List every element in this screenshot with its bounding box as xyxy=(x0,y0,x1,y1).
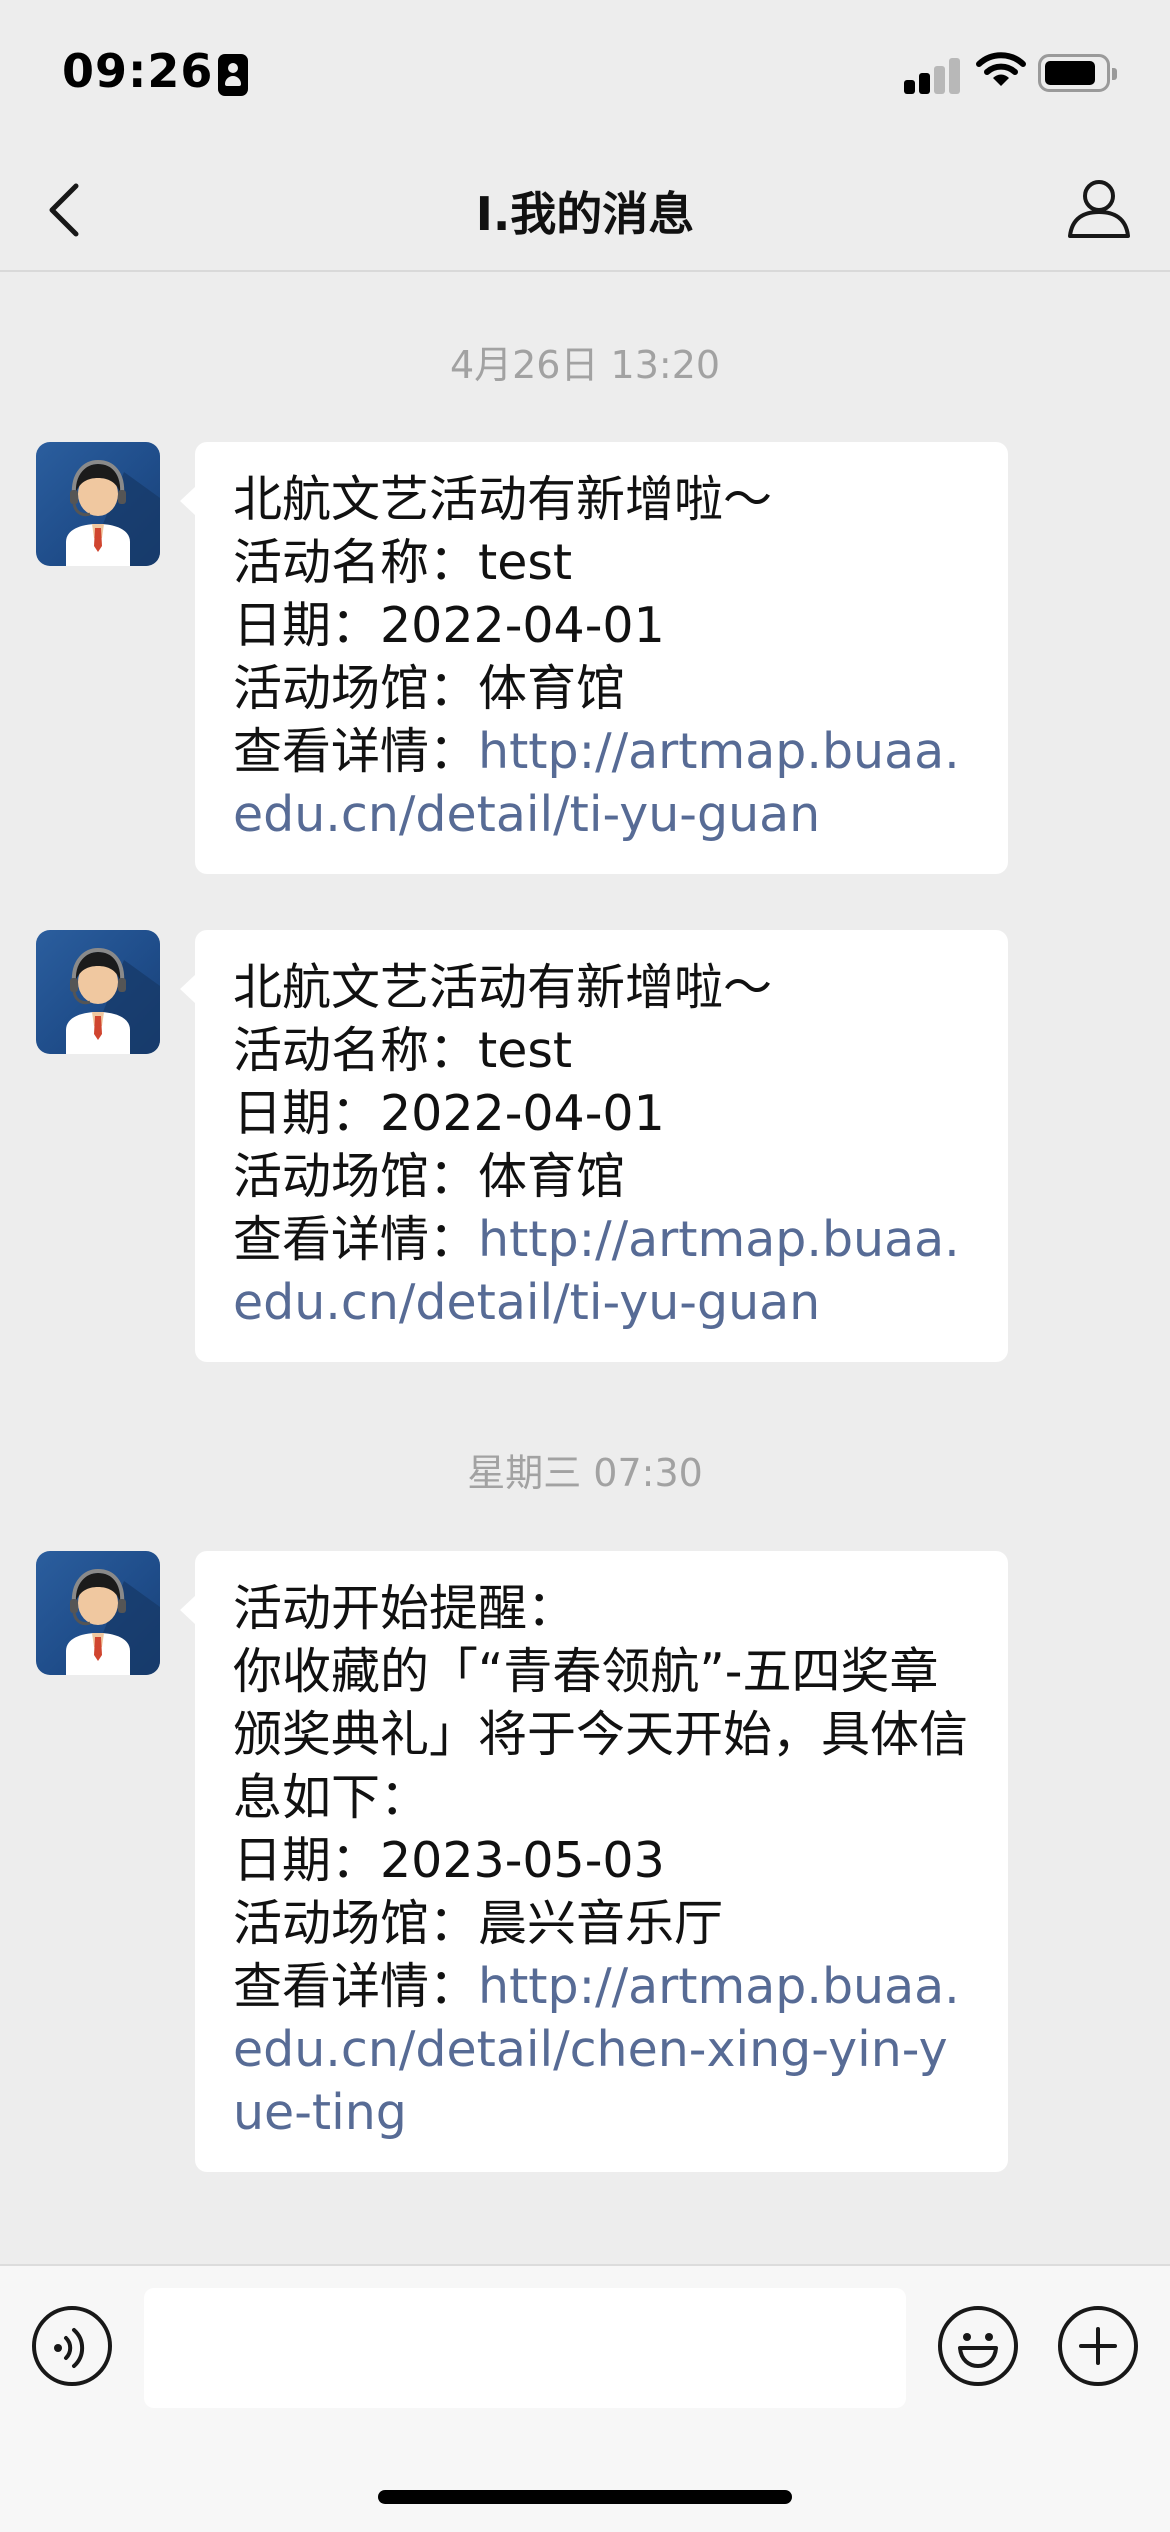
message-line: 活动名称：test xyxy=(233,1022,573,1079)
sender-avatar[interactable] xyxy=(36,442,160,566)
emoji-button[interactable] xyxy=(938,2306,1018,2386)
detail-label: 查看详情： xyxy=(233,723,479,780)
cellular-signal-icon xyxy=(904,56,960,94)
home-indicator[interactable] xyxy=(378,2490,792,2504)
message-bubble[interactable]: 北航文艺活动有新增啦～ 活动名称：test 日期：2022-04-01 活动场馆… xyxy=(180,930,1008,1362)
message-list[interactable]: 4月26日 13:20 北航文艺活动有新增啦～ 活动名称：test 日期：202… xyxy=(0,274,1170,2264)
customer-service-avatar-icon xyxy=(66,947,160,1054)
message-line: 北航文艺活动有新增啦～ xyxy=(233,471,773,528)
message-line: 日期：2022-04-01 xyxy=(233,1085,665,1142)
signal-bar-3 xyxy=(934,66,945,94)
signal-bar-4 xyxy=(949,58,960,94)
message-bubble[interactable]: 北航文艺活动有新增啦～ 活动名称：test 日期：2022-04-01 活动场馆… xyxy=(180,442,1008,874)
page-title: I.我的消息 xyxy=(475,187,695,241)
message-line: 活动场馆：晨兴音乐厅 xyxy=(233,1895,724,1952)
message-line: 查看详情：http://artmap.buaa.edu.cn/detail/ti… xyxy=(233,720,974,846)
message-line: 查看详情：http://artmap.buaa.edu.cn/detail/ch… xyxy=(233,1955,974,2144)
detail-label: 查看详情： xyxy=(233,1211,479,1268)
message-line: 活动场馆：体育馆 xyxy=(233,660,626,717)
smiley-icon xyxy=(958,2333,998,2368)
sender-avatar[interactable] xyxy=(36,1551,160,1675)
signal-bar-2 xyxy=(919,73,930,94)
customer-service-avatar-icon xyxy=(66,459,160,566)
input-bar xyxy=(0,2264,1170,2532)
signal-bar-1 xyxy=(904,80,915,94)
message-line: 日期：2023-05-03 xyxy=(233,1832,665,1889)
voice-icon xyxy=(54,2328,85,2368)
customer-service-avatar-icon xyxy=(66,1568,160,1675)
nav-bar: I.我的消息 xyxy=(0,140,1170,272)
message-line: 你收藏的「“青春领航”-五四奖章颁奖典礼」将于今天开始，具体信息如下： xyxy=(233,1643,969,1826)
sender-avatar[interactable] xyxy=(36,930,160,1054)
message-line: 活动开始提醒： xyxy=(233,1580,577,1637)
message-line: 查看详情：http://artmap.buaa.edu.cn/detail/ti… xyxy=(233,1208,974,1334)
plus-button[interactable] xyxy=(1058,2306,1138,2386)
battery-icon xyxy=(1038,54,1117,92)
chat-screen: 09:26 I.我的消息 4月26日 13:20 北航文艺活动有新增啦～ 活动名… xyxy=(0,0,1170,2532)
timestamp-divider: 4月26日 13:20 xyxy=(449,343,721,387)
message-line: 活动场馆：体育馆 xyxy=(233,1148,626,1205)
chat-info-button[interactable] xyxy=(1060,164,1140,248)
message-line: 日期：2022-04-01 xyxy=(233,597,665,654)
status-time: 09:26 xyxy=(62,44,214,98)
message-line: 活动名称：test xyxy=(233,534,573,591)
contact-card-icon xyxy=(218,54,248,96)
message-line: 北航文艺活动有新增啦～ xyxy=(233,959,773,1016)
person-icon xyxy=(1068,180,1130,238)
message-input[interactable] xyxy=(144,2288,906,2408)
message-bubble[interactable]: 活动开始提醒： 你收藏的「“青春领航”-五四奖章颁奖典礼」将于今天开始，具体信息… xyxy=(180,1551,1008,2172)
timestamp-divider: 星期三 07:30 xyxy=(467,1451,703,1495)
voice-button[interactable] xyxy=(32,2306,112,2386)
wifi-icon xyxy=(976,52,1026,86)
detail-label: 查看详情： xyxy=(233,1958,479,2015)
battery-level xyxy=(1045,61,1095,85)
status-bar: 09:26 xyxy=(0,0,1170,140)
